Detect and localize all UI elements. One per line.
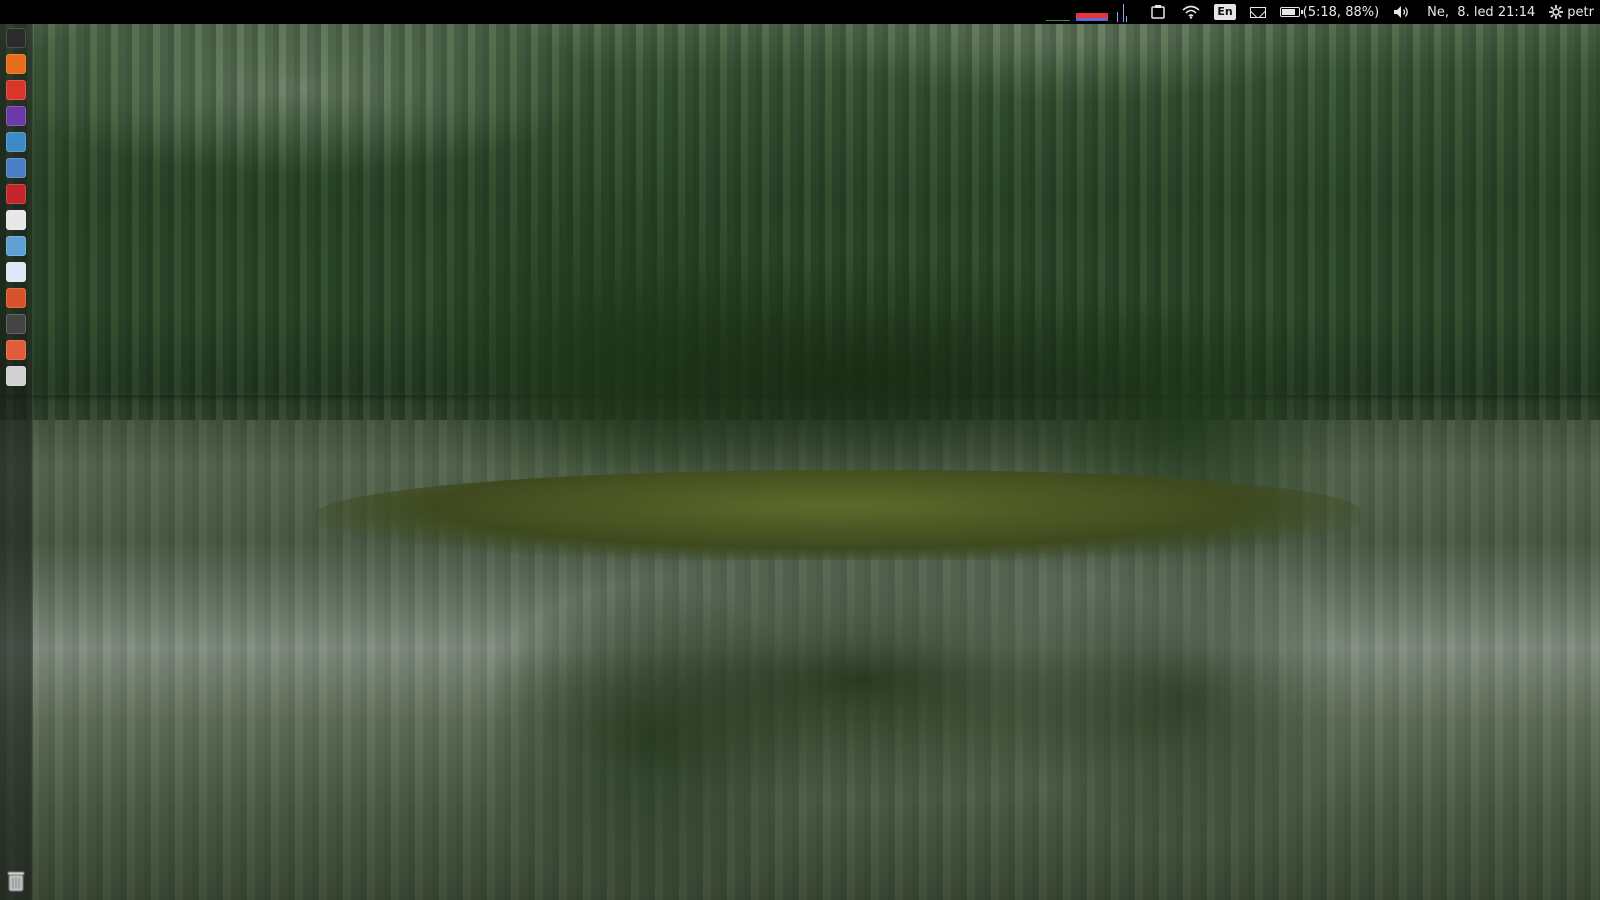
launcher [0,24,33,900]
disk-tool-icon[interactable] [6,288,26,308]
memory-graph [1076,13,1109,21]
sound-indicator[interactable] [1385,0,1419,24]
clipboard-indicator[interactable] [1142,0,1174,24]
battery-indicator[interactable]: (5:18, 88%) [1274,0,1386,24]
desktop-wallpaper [0,0,1600,900]
drive-icon[interactable] [6,314,26,334]
session-indicator[interactable]: petr [1543,0,1600,24]
text-editor-icon[interactable] [6,210,26,230]
system-monitor-indicator[interactable] [1046,0,1142,24]
envelope-icon [1249,6,1266,18]
calendar-app-icon[interactable] [6,340,26,360]
document-icon[interactable] [6,262,26,282]
clock-label: Ne, 8. led 21:14 [1427,4,1536,20]
dash-home-icon[interactable] [6,28,26,48]
web-browser-icon[interactable] [6,236,26,256]
network-graph [1114,2,1132,22]
trash-icon[interactable] [6,870,26,892]
media-player-icon[interactable] [6,106,26,126]
gear-icon [1549,5,1564,19]
firefox-icon[interactable] [6,54,26,74]
speaker-icon [1394,6,1409,18]
keyboard-layout-indicator[interactable]: En [1208,0,1241,24]
network-indicator[interactable] [1174,0,1208,24]
user-name: petr [1567,4,1594,20]
crossover-icon[interactable] [6,80,26,100]
system-settings-icon[interactable] [6,158,26,178]
messaging-indicator[interactable] [1242,0,1274,24]
keyboard-layout-label: En [1214,4,1236,20]
wifi-icon [1182,5,1200,19]
image-viewer-icon[interactable] [6,132,26,152]
launcher-items [0,28,32,386]
file-manager-icon[interactable] [6,366,26,386]
clock-indicator[interactable]: Ne, 8. led 21:14 [1419,0,1543,24]
cpu-graph [1046,12,1071,21]
wallpaper-island-reflection [320,560,1400,900]
terminal-app-icon[interactable] [6,184,26,204]
battery-status: (5:18, 88%) [1302,4,1380,20]
clipboard-icon [1151,5,1166,19]
wallpaper-island-shore [315,470,1360,560]
top-panel: En (5:18, 88%) Ne, 8. led 21:14 petr [0,0,1600,24]
battery-icon [1279,7,1303,17]
